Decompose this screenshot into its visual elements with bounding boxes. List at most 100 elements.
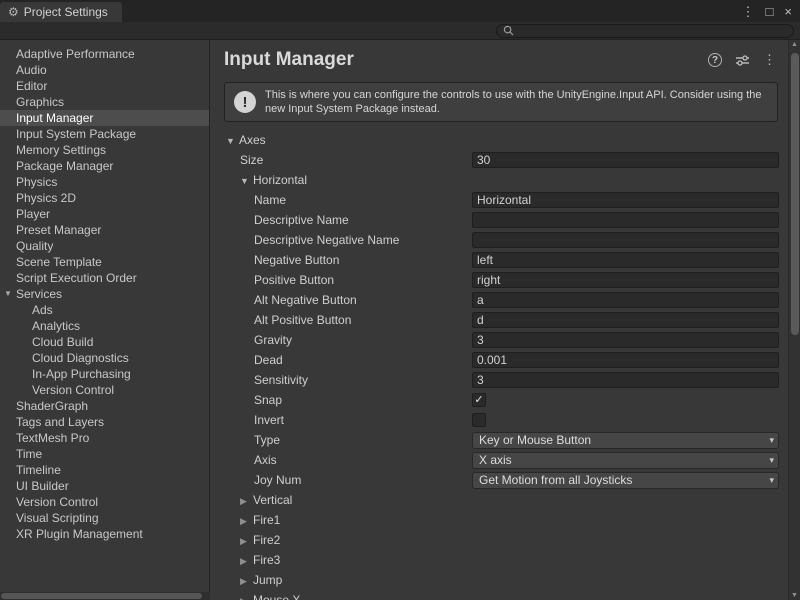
checkbox-snap[interactable]: ✓ — [472, 393, 486, 407]
sidebar-item-ads[interactable]: Ads — [0, 302, 209, 318]
sidebar-item-shadergraph[interactable]: ShaderGraph — [0, 398, 209, 414]
sidebar-item-memory-settings[interactable]: Memory Settings — [0, 142, 209, 158]
presets-icon[interactable] — [735, 54, 750, 67]
search-input[interactable] — [518, 25, 787, 37]
property-row-alt-negative-button: Alt Negative Button — [224, 290, 788, 310]
sidebar-item-tags-and-layers[interactable]: Tags and Layers — [0, 414, 209, 430]
property-row-gravity: Gravity — [224, 330, 788, 350]
sidebar-item-visual-scripting[interactable]: Visual Scripting — [0, 510, 209, 526]
field-gravity[interactable] — [472, 332, 779, 348]
foldout-fire2[interactable]: ▶Fire2 — [224, 533, 472, 547]
foldout-mouse-x[interactable]: ▶Mouse X — [224, 593, 472, 600]
sidebar-item-cloud-build[interactable]: Cloud Build — [0, 334, 209, 350]
vscrollbar-thumb[interactable] — [791, 53, 799, 335]
sidebar-item-label: Player — [16, 207, 50, 221]
vertical-scrollbar[interactable]: ▲ ▼ — [788, 40, 800, 600]
sidebar-item-timeline[interactable]: Timeline — [0, 462, 209, 478]
window-menu-icon[interactable]: ⋮ — [742, 5, 755, 18]
property-row-dead: Dead — [224, 350, 788, 370]
scroll-down-icon[interactable]: ▼ — [789, 592, 800, 599]
sidebar-item-graphics[interactable]: Graphics — [0, 94, 209, 110]
sidebar-item-label: Cloud Diagnostics — [32, 351, 129, 365]
search-box[interactable] — [496, 24, 794, 38]
sidebar-item-services[interactable]: ▼Services — [0, 286, 209, 302]
close-icon[interactable]: × — [784, 5, 792, 18]
property-row-fire2: ▶Fire2 — [224, 530, 788, 550]
sidebar-item-version-control[interactable]: Version Control — [0, 494, 209, 510]
field-dead[interactable] — [472, 352, 779, 368]
field-alt-negative-button[interactable] — [472, 292, 779, 308]
foldout-axes[interactable]: ▼Axes — [224, 133, 472, 147]
sidebar-item-time[interactable]: Time — [0, 446, 209, 462]
foldout-closed-icon[interactable]: ▶ — [240, 516, 253, 527]
foldout-fire1[interactable]: ▶Fire1 — [224, 513, 472, 527]
sidebar-item-ui-builder[interactable]: UI Builder — [0, 478, 209, 494]
help-icon[interactable]: ? — [708, 53, 722, 67]
property-value — [472, 252, 788, 268]
field-descriptive-negative-name[interactable] — [472, 232, 779, 248]
property-row-snap: Snap✓ — [224, 390, 788, 410]
sidebar-item-input-manager[interactable]: Input Manager — [0, 110, 209, 126]
sidebar-item-input-system-package[interactable]: Input System Package — [0, 126, 209, 142]
field-negative-button[interactable] — [472, 252, 779, 268]
page-title: Input Manager — [224, 49, 354, 71]
sidebar-item-physics[interactable]: Physics — [0, 174, 209, 190]
field-alt-positive-button[interactable] — [472, 312, 779, 328]
foldout-vertical[interactable]: ▶Vertical — [224, 493, 472, 507]
field-size[interactable] — [472, 152, 779, 168]
sidebar-item-analytics[interactable]: Analytics — [0, 318, 209, 334]
label-descriptive-negative-name: Descriptive Negative Name — [224, 233, 472, 247]
panel-header: Input Manager ? ⋮ — [224, 47, 788, 73]
sidebar-item-cloud-diagnostics[interactable]: Cloud Diagnostics — [0, 350, 209, 366]
maximize-icon[interactable]: □ — [766, 5, 774, 18]
sidebar-item-textmesh-pro[interactable]: TextMesh Pro — [0, 430, 209, 446]
sidebar-item-scene-template[interactable]: Scene Template — [0, 254, 209, 270]
field-sensitivity[interactable] — [472, 372, 779, 388]
foldout-open-icon[interactable]: ▼ — [4, 286, 12, 302]
foldout-closed-icon[interactable]: ▶ — [240, 576, 253, 587]
property-row-jump: ▶Jump — [224, 570, 788, 590]
foldout-closed-icon[interactable]: ▶ — [240, 496, 253, 507]
foldout-fire3[interactable]: ▶Fire3 — [224, 553, 472, 567]
sidebar-item-version-control[interactable]: Version Control — [0, 382, 209, 398]
checkbox-invert[interactable] — [472, 413, 486, 427]
dropdown-axis[interactable]: X axis▾ — [472, 452, 779, 469]
sidebar-item-editor[interactable]: Editor — [0, 78, 209, 94]
sidebar-item-quality[interactable]: Quality — [0, 238, 209, 254]
sidebar-item-package-manager[interactable]: Package Manager — [0, 158, 209, 174]
help-glyph: ? — [712, 55, 718, 66]
foldout-open-icon[interactable]: ▼ — [240, 176, 253, 186]
field-name[interactable] — [472, 192, 779, 208]
tab-project-settings[interactable]: ⚙ Project Settings — [0, 2, 122, 22]
sidebar-item-audio[interactable]: Audio — [0, 62, 209, 78]
dropdown-type[interactable]: Key or Mouse Button▾ — [472, 432, 779, 449]
hscrollbar-thumb[interactable] — [1, 593, 202, 599]
sidebar-horizontal-scrollbar[interactable] — [0, 592, 210, 600]
scroll-up-icon[interactable]: ▲ — [789, 41, 800, 48]
field-descriptive-name[interactable] — [472, 212, 779, 228]
label-gravity: Gravity — [224, 333, 472, 347]
foldout-closed-icon[interactable]: ▶ — [240, 536, 253, 547]
sidebar-item-xr-plugin-management[interactable]: XR Plugin Management — [0, 526, 209, 542]
sidebar-item-script-execution-order[interactable]: Script Execution Order — [0, 270, 209, 286]
field-positive-button[interactable] — [472, 272, 779, 288]
gear-icon: ⚙ — [8, 5, 19, 19]
foldout-jump[interactable]: ▶Jump — [224, 573, 472, 587]
sidebar-item-physics-2d[interactable]: Physics 2D — [0, 190, 209, 206]
dropdown-joy-num[interactable]: Get Motion from all Joysticks▾ — [472, 472, 779, 489]
sidebar-item-preset-manager[interactable]: Preset Manager — [0, 222, 209, 238]
sidebar-item-adaptive-performance[interactable]: Adaptive Performance — [0, 46, 209, 62]
sidebar-item-player[interactable]: Player — [0, 206, 209, 222]
kebab-menu-icon[interactable]: ⋮ — [763, 52, 776, 68]
sidebar-item-in-app-purchasing[interactable]: In-App Purchasing — [0, 366, 209, 382]
input-manager-panel: Input Manager ? ⋮ ! This is where you ca… — [210, 40, 788, 600]
sidebar-item-label: Input System Package — [16, 127, 136, 141]
foldout-horizontal[interactable]: ▼Horizontal — [224, 173, 472, 187]
foldout-open-icon[interactable]: ▼ — [226, 136, 239, 146]
sidebar-item-label: Cloud Build — [32, 335, 93, 349]
property-value — [472, 192, 788, 208]
sidebar-item-label: Memory Settings — [16, 143, 106, 157]
foldout-closed-icon[interactable]: ▶ — [240, 556, 253, 567]
header-icons: ? ⋮ — [708, 52, 776, 68]
foldout-closed-icon[interactable]: ▶ — [240, 596, 253, 600]
